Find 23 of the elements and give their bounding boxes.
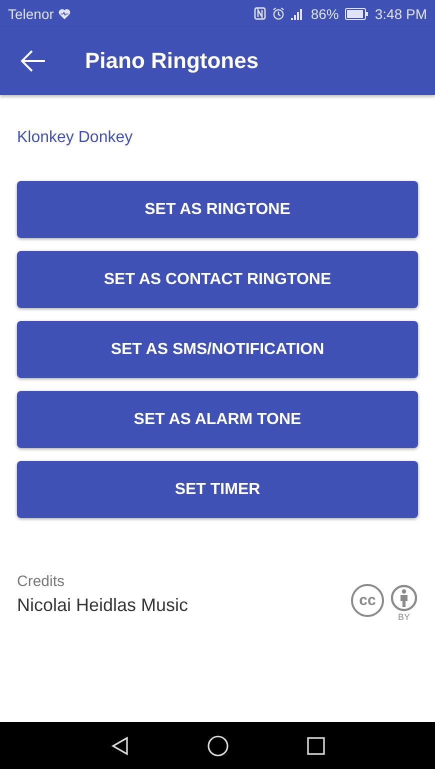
screen-title: Piano Ringtones	[85, 48, 259, 74]
nfc-icon	[254, 7, 266, 20]
credits-label: Credits	[17, 573, 66, 590]
carrier-name: Telenor	[8, 6, 54, 22]
battery-percent: 86%	[310, 6, 339, 22]
recents-icon[interactable]	[306, 736, 324, 754]
credits-author: Nicolai Heidlas Music	[17, 595, 188, 616]
heart-icon	[58, 8, 71, 20]
action-button[interactable]: SET TIMER	[17, 461, 418, 518]
action-button[interactable]: SET AS CONTACT RINGTONE	[17, 251, 418, 308]
person-icon	[390, 584, 418, 612]
battery-icon	[344, 8, 369, 20]
ringtone-name: Klonkey Donkey	[17, 129, 134, 147]
cc-license-icon: cc	[351, 584, 384, 617]
by-label: BY	[398, 612, 410, 622]
alarm-icon	[272, 7, 285, 20]
action-button[interactable]: SET AS ALARM TONE	[17, 391, 418, 448]
back-icon[interactable]	[110, 736, 128, 756]
signal-icon	[290, 8, 305, 20]
action-button[interactable]: SET AS SMS/NOTIFICATION	[17, 321, 418, 378]
home-icon[interactable]	[206, 734, 228, 756]
clock-time: 3:48 PM	[374, 6, 427, 22]
action-button[interactable]: SET AS RINGTONE	[17, 181, 418, 238]
